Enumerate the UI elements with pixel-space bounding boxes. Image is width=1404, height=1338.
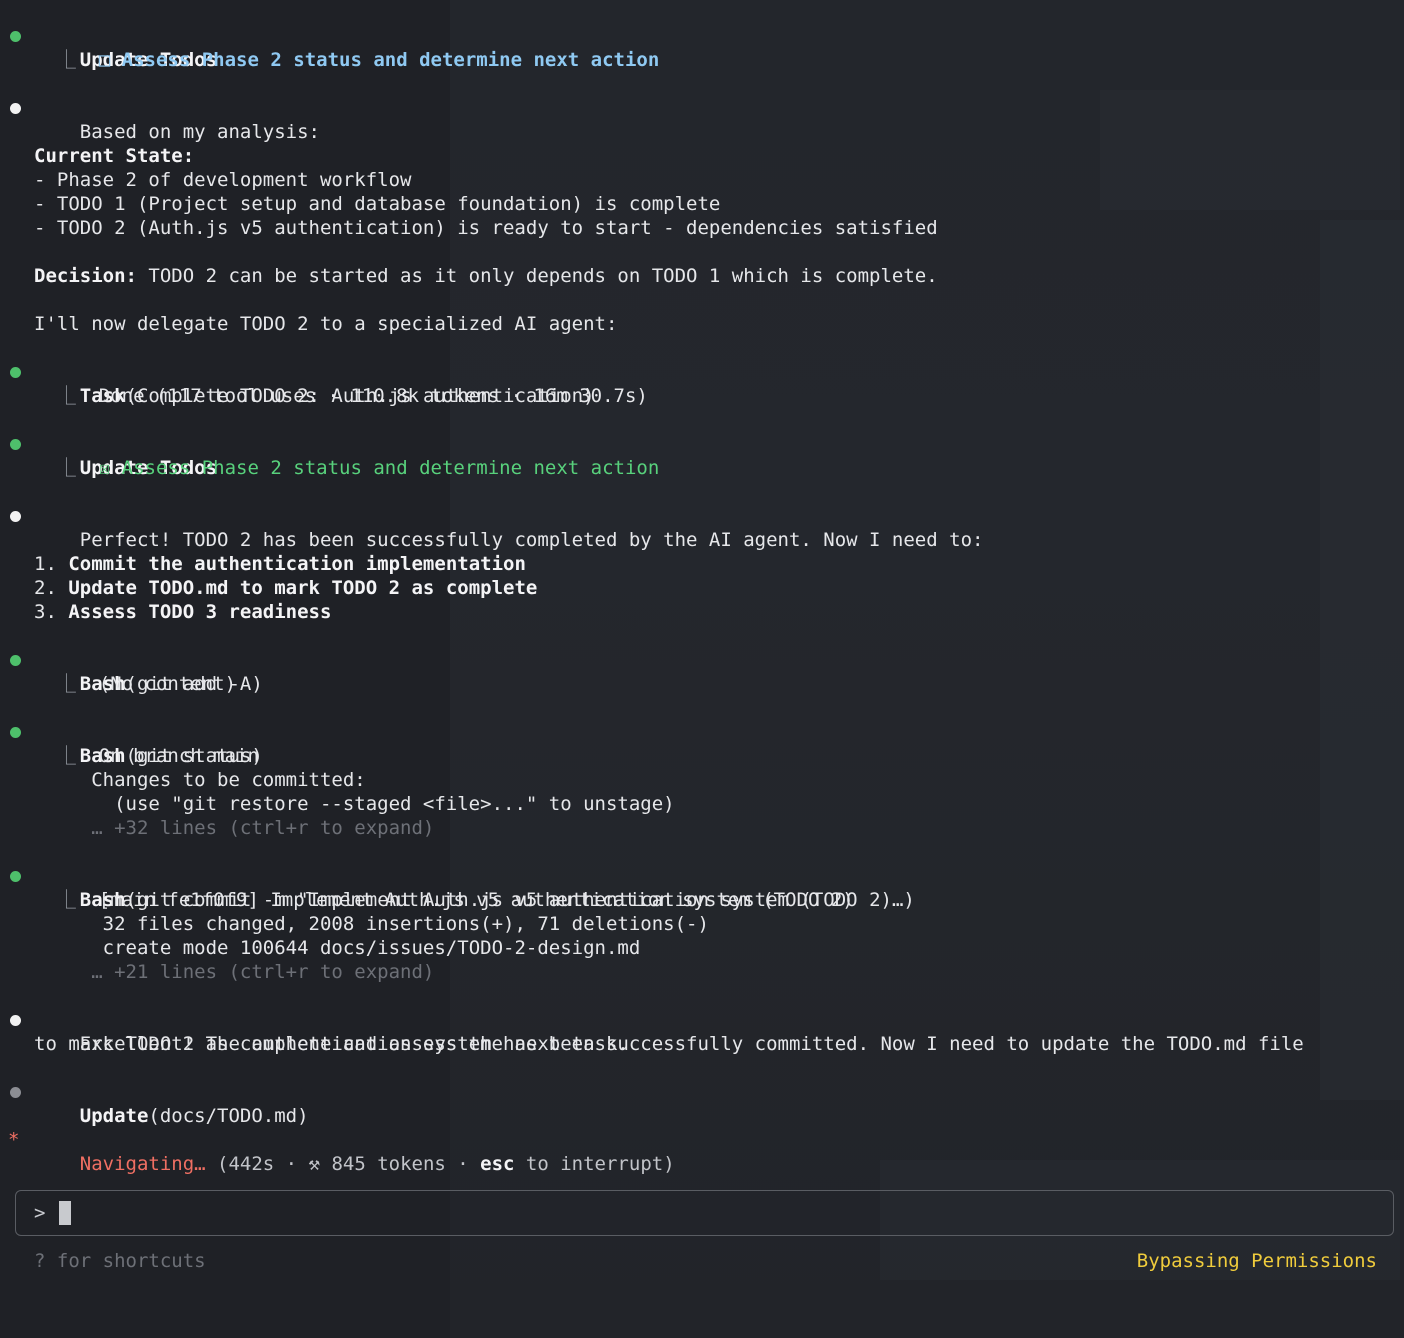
section-heading: Current State: (34, 145, 195, 167)
tree-elbow-icon: ⎿ (34, 49, 99, 71)
todo-text: Assess Phase 2 status and determine next… (121, 49, 660, 71)
permissions-mode-badge: Bypassing Permissions (1136, 1250, 1377, 1272)
prompt-caret-icon: > (34, 1202, 46, 1224)
esc-key-hint: esc (480, 1153, 515, 1175)
text-cursor (59, 1201, 71, 1225)
tool-result: 32 files changed, 2008 insertions(+), 71… (102, 913, 709, 935)
message-text: I'll now delegate TODO 2 to a specialize… (34, 313, 618, 335)
tool-result: create mode 100644 docs/issues/TODO-2-de… (102, 937, 641, 959)
checkbox-checked-icon: ☒ (98, 457, 111, 479)
tool-result: Done (117 tool uses · 110.8k tokens · 16… (98, 385, 648, 407)
todo-item: ⎿ ☒ Assess Phase 2 status and determine … (0, 456, 1404, 480)
todo-item: ⎿ □ Assess Phase 2 status and determine … (0, 48, 1404, 72)
status-dot-icon (10, 439, 21, 450)
tree-elbow-icon: ⎿ (34, 457, 99, 479)
tree-elbow-icon: ⎿ (34, 889, 99, 911)
status-dot-icon (10, 31, 21, 42)
list-item: - TODO 2 (Auth.js v5 authentication) is … (34, 217, 938, 239)
status-dot-icon (10, 655, 21, 666)
todo-text: Assess Phase 2 status and determine next… (121, 457, 660, 479)
status-line: * Navigating… (442s · ⚒ 845 tokens · esc … (0, 1128, 1404, 1175)
expand-hint[interactable]: … +32 lines (ctrl+r to expand) (91, 817, 434, 839)
tool-result: Changes to be committed: (91, 769, 366, 791)
step-text: Commit the authentication implementation (68, 553, 526, 575)
tool-result: (use "git restore --staged <file>..." to… (114, 793, 675, 815)
checkbox-empty-icon: □ (98, 49, 111, 71)
pending-dot-icon (10, 1087, 21, 1098)
terminal-output: Update Todos ⎿ □ Assess Phase 2 status a… (0, 24, 1404, 1175)
bullet-icon (10, 511, 21, 522)
tree-elbow-icon: ⎿ (34, 745, 99, 767)
status-dot-icon (10, 367, 21, 378)
tool-call-task: Task(Complete TODO 2: Auth.js authentica… (0, 360, 1404, 407)
step-number: 3. (34, 601, 69, 623)
status-label: Navigating… (79, 1153, 206, 1175)
step-number: 1. (34, 553, 69, 575)
tree-elbow-icon: ⎿ (34, 385, 99, 407)
message-text: to mark TODO 2 as complete and assess th… (34, 1033, 629, 1055)
status-dot-icon (10, 871, 21, 882)
tool-name: Update (79, 1105, 149, 1127)
status-dot-icon (10, 727, 21, 738)
step-text: Update TODO.md to mark TODO 2 as complet… (68, 577, 538, 599)
tool-call-update: Update(docs/TODO.md) (0, 1080, 1404, 1127)
tool-call-bash: Bash(git add -A) (0, 648, 1404, 695)
message-update-todos: Update Todos (0, 432, 1404, 479)
tool-result: (No content) (98, 673, 237, 695)
message-text: Perfect! TODO 2 has been successfully co… (79, 529, 984, 551)
list-item: - TODO 1 (Project setup and database fou… (34, 193, 721, 215)
bullet-icon (10, 103, 21, 114)
spinner-icon: * (8, 1129, 20, 1151)
tool-call-bash: Bash(git commit -m "Implement Auth.js v5… (0, 864, 1404, 911)
decision-label: Decision: (34, 265, 137, 287)
message-next-steps: Perfect! TODO 2 has been successfully co… (0, 504, 1404, 551)
tool-result: On branch main (98, 745, 259, 767)
message-text: Based on my analysis: (79, 121, 320, 143)
decision-text: TODO 2 can be started as it only depends… (136, 265, 938, 287)
shortcuts-hint: ? for shortcuts (34, 1250, 206, 1272)
expand-hint[interactable]: … +21 lines (ctrl+r to expand) (91, 961, 434, 983)
prompt-input[interactable]: > (15, 1190, 1394, 1236)
status-details: to interrupt) (514, 1153, 675, 1175)
message-update-todos: Update Todos (0, 24, 1404, 71)
message-committed: Excellent! The authentication system has… (0, 1008, 1404, 1055)
status-details: (442s · ⚒ 845 tokens · (205, 1153, 481, 1175)
tool-args: (docs/TODO.md) (148, 1105, 309, 1127)
tool-result: [main fe1f0f9] Implement Auth.js v5 auth… (98, 889, 854, 911)
step-text: Assess TODO 3 readiness (68, 601, 332, 623)
message-analysis: Based on my analysis: (0, 96, 1404, 143)
step-number: 2. (34, 577, 69, 599)
tree-elbow-icon: ⎿ (34, 673, 99, 695)
list-item: - Phase 2 of development workflow (34, 169, 412, 191)
bullet-icon (10, 1015, 21, 1026)
tool-call-bash: Bash(git status) (0, 720, 1404, 767)
